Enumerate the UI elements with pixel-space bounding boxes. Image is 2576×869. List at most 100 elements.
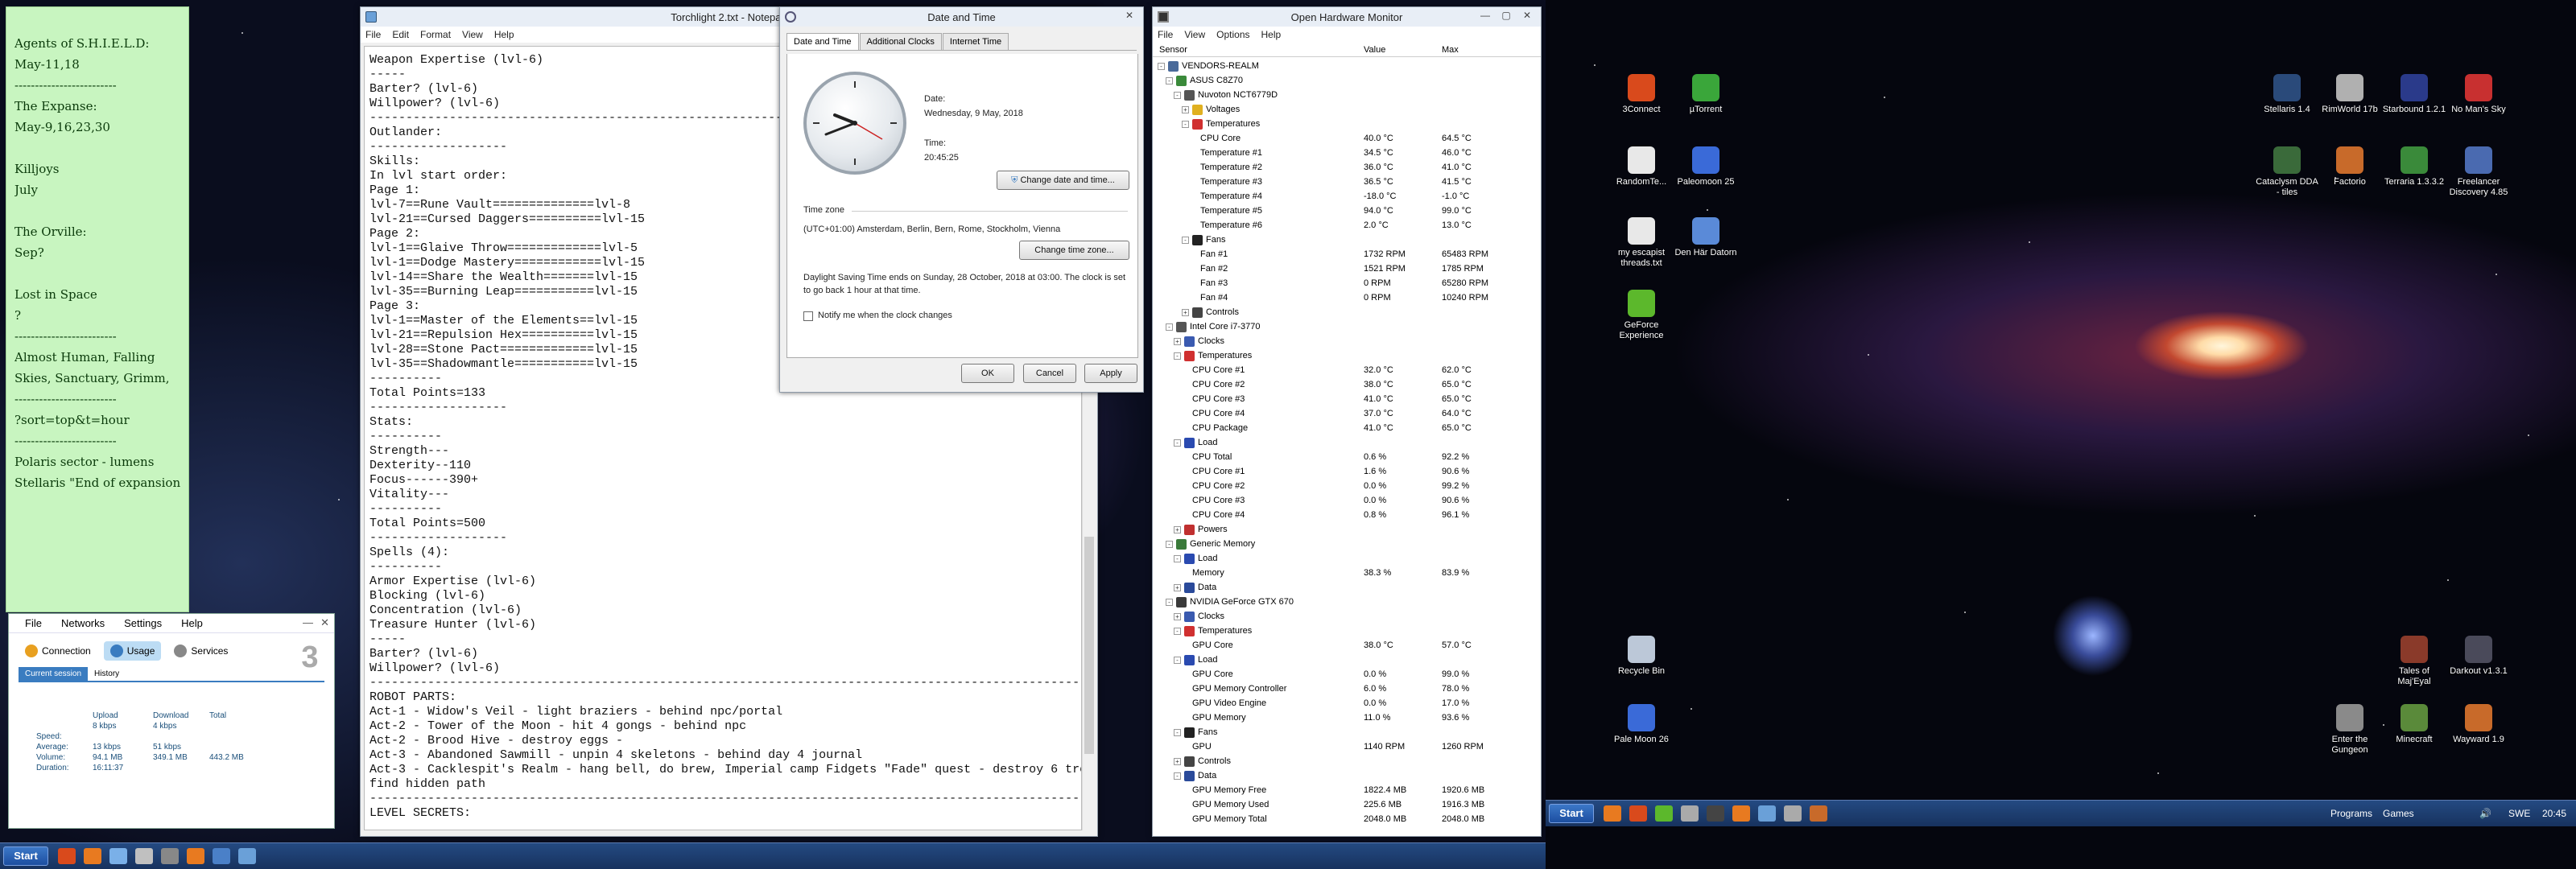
- collapse-icon[interactable]: -: [1174, 627, 1181, 635]
- desktop-icon[interactable]: Wayward 1.9: [2446, 704, 2512, 745]
- sensor-row[interactable]: CPU Core #1 1.6 % 90.6 %: [1153, 464, 1541, 479]
- menu-help[interactable]: Help: [494, 29, 514, 40]
- tab-connection[interactable]: Connection: [19, 641, 97, 661]
- minimize-icon[interactable]: —: [1475, 9, 1496, 23]
- sensor-row[interactable]: Fan #1 1732 RPM 65483 RPM: [1153, 247, 1541, 262]
- desktop-icon[interactable]: my escapist threads.txt: [1608, 217, 1674, 269]
- desktop-icon[interactable]: Freelancer Discovery 4.85: [2446, 146, 2512, 198]
- collapse-icon[interactable]: -: [1174, 656, 1181, 664]
- desktop-icon[interactable]: No Man's Sky: [2446, 74, 2512, 115]
- desktop-icon[interactable]: Factorio: [2317, 146, 2383, 187]
- menu-view[interactable]: View: [1184, 29, 1205, 40]
- expand-icon[interactable]: +: [1174, 757, 1181, 765]
- collapse-icon[interactable]: -: [1166, 76, 1173, 84]
- desktop-icon[interactable]: Pale Moon 26: [1608, 704, 1674, 745]
- sensor-row[interactable]: Temperature #1 34.5 °C 46.0 °C: [1153, 146, 1541, 160]
- sensor-row[interactable]: - Load: [1153, 551, 1541, 566]
- desktop-icon[interactable]: Starbound 1.2.1: [2381, 74, 2447, 115]
- collapse-icon[interactable]: -: [1174, 439, 1181, 447]
- sensor-row[interactable]: CPU Core #4 37.0 °C 64.0 °C: [1153, 406, 1541, 421]
- desktop-icon[interactable]: Paleomoon 25: [1673, 146, 1739, 187]
- sensor-row[interactable]: GPU Video Engine 0.0 % 17.0 %: [1153, 696, 1541, 710]
- taskbar-app-icon[interactable]: [84, 848, 101, 864]
- menu-options[interactable]: Options: [1216, 29, 1249, 40]
- sensor-row[interactable]: CPU Core #3 0.0 % 90.6 %: [1153, 493, 1541, 508]
- sensor-row[interactable]: - Load: [1153, 653, 1541, 667]
- desktop-icon[interactable]: Den Här Datorn: [1673, 217, 1739, 258]
- sensor-row[interactable]: Fan #3 0 RPM 65280 RPM: [1153, 276, 1541, 290]
- value-header[interactable]: Value: [1364, 45, 1385, 55]
- close-icon[interactable]: ✕: [1517, 9, 1538, 23]
- taskbar-app-icon[interactable]: [187, 848, 204, 864]
- sensor-row[interactable]: - ASUS C8Z70: [1153, 73, 1541, 88]
- expand-icon[interactable]: +: [1174, 583, 1181, 591]
- desktop-icon[interactable]: 3Connect: [1608, 74, 1674, 115]
- menu-file[interactable]: File: [1158, 29, 1173, 40]
- sensor-row[interactable]: GPU Core 38.0 °C 57.0 °C: [1153, 638, 1541, 653]
- menu-help[interactable]: Help: [181, 617, 203, 629]
- taskbar-app-icon[interactable]: [1758, 805, 1776, 822]
- sensor-row[interactable]: GPU Core 0.0 % 99.0 %: [1153, 667, 1541, 682]
- sensor-row[interactable]: GPU Memory Used 225.6 MB 1916.3 MB: [1153, 797, 1541, 812]
- sensor-row[interactable]: Temperature #2 36.0 °C 41.0 °C: [1153, 160, 1541, 175]
- ohm-titlebar[interactable]: Open Hardware Monitor — ▢ ✕: [1153, 7, 1541, 27]
- sensor-row[interactable]: - Load: [1153, 435, 1541, 450]
- menu-settings[interactable]: Settings: [124, 617, 162, 629]
- sensor-row[interactable]: - Nuvoton NCT6779D: [1153, 88, 1541, 102]
- menu-format[interactable]: Format: [420, 29, 451, 40]
- collapse-icon[interactable]: -: [1174, 91, 1181, 99]
- sensor-row[interactable]: + Voltages: [1153, 102, 1541, 117]
- sensor-row[interactable]: + Powers: [1153, 522, 1541, 537]
- ok-button[interactable]: OK: [961, 364, 1014, 383]
- tab-date-and-time[interactable]: Date and Time: [786, 33, 859, 50]
- sensor-row[interactable]: - Generic Memory: [1153, 537, 1541, 551]
- sensor-row[interactable]: - Fans: [1153, 233, 1541, 247]
- programs-menu[interactable]: Programs: [2330, 801, 2372, 827]
- taskbar-app-icon[interactable]: [135, 848, 153, 864]
- desktop-icon[interactable]: GeForce Experience: [1608, 290, 1674, 341]
- scrollbar-thumb[interactable]: [1084, 537, 1094, 754]
- desktop-icon[interactable]: Darkout v1.3.1: [2446, 636, 2512, 677]
- maximize-icon[interactable]: ▢: [1496, 9, 1517, 23]
- expand-icon[interactable]: +: [1174, 612, 1181, 620]
- sensor-row[interactable]: Fan #4 0 RPM 10240 RPM: [1153, 290, 1541, 305]
- sensor-row[interactable]: Memory 38.3 % 83.9 %: [1153, 566, 1541, 580]
- sensor-row[interactable]: - NVIDIA GeForce GTX 670: [1153, 595, 1541, 609]
- sensor-row[interactable]: + Clocks: [1153, 609, 1541, 624]
- menu-view[interactable]: View: [462, 29, 483, 40]
- sensor-row[interactable]: GPU Memory 11.0 % 93.6 %: [1153, 710, 1541, 725]
- dialog-titlebar[interactable]: Date and Time ✕: [780, 7, 1143, 27]
- taskbar-app-icon[interactable]: [1681, 805, 1699, 822]
- sensor-row[interactable]: - Temperatures: [1153, 348, 1541, 363]
- taskbar-app-icon[interactable]: [238, 848, 256, 864]
- desktop-icon[interactable]: Enter the Gungeon: [2317, 704, 2383, 756]
- desktop-icon[interactable]: Recycle Bin: [1608, 636, 1674, 677]
- games-menu[interactable]: Games: [2383, 801, 2414, 827]
- language-indicator[interactable]: SWE: [2508, 801, 2530, 827]
- sensor-row[interactable]: Temperature #4 -18.0 °C -1.0 °C: [1153, 189, 1541, 204]
- sensor-row[interactable]: - Temperatures: [1153, 117, 1541, 131]
- sensor-row[interactable]: Fan #2 1521 RPM 1785 RPM: [1153, 262, 1541, 276]
- tab-additional-clocks[interactable]: Additional Clocks: [859, 33, 942, 50]
- sensor-row[interactable]: - Fans: [1153, 725, 1541, 739]
- collapse-icon[interactable]: -: [1174, 728, 1181, 736]
- taskbar-app-icon[interactable]: [213, 848, 230, 864]
- menu-edit[interactable]: Edit: [392, 29, 409, 40]
- start-button[interactable]: Start: [1549, 804, 1594, 823]
- desktop-icon[interactable]: Terraria 1.3.3.2: [2381, 146, 2447, 187]
- taskbar-app-icon[interactable]: [1604, 805, 1621, 822]
- taskbar-app-icon[interactable]: [161, 848, 179, 864]
- collapse-icon[interactable]: -: [1158, 62, 1165, 70]
- minimize-icon[interactable]: —: [303, 616, 313, 628]
- desktop-icon[interactable]: µTorrent: [1673, 74, 1739, 115]
- taskbar-app-icon[interactable]: [1655, 805, 1673, 822]
- taskbar-app-icon[interactable]: [1732, 805, 1750, 822]
- sensor-row[interactable]: CPU Total 0.6 % 92.2 %: [1153, 450, 1541, 464]
- notify-checkbox[interactable]: [803, 311, 813, 321]
- tab-usage[interactable]: Usage: [103, 641, 162, 661]
- start-button[interactable]: Start: [3, 846, 48, 866]
- close-icon[interactable]: ✕: [1119, 9, 1140, 23]
- taskbar-app-icon[interactable]: [1629, 805, 1647, 822]
- menu-file[interactable]: File: [365, 29, 381, 40]
- desktop-icon[interactable]: Cataclysm DDA - tiles: [2254, 146, 2320, 198]
